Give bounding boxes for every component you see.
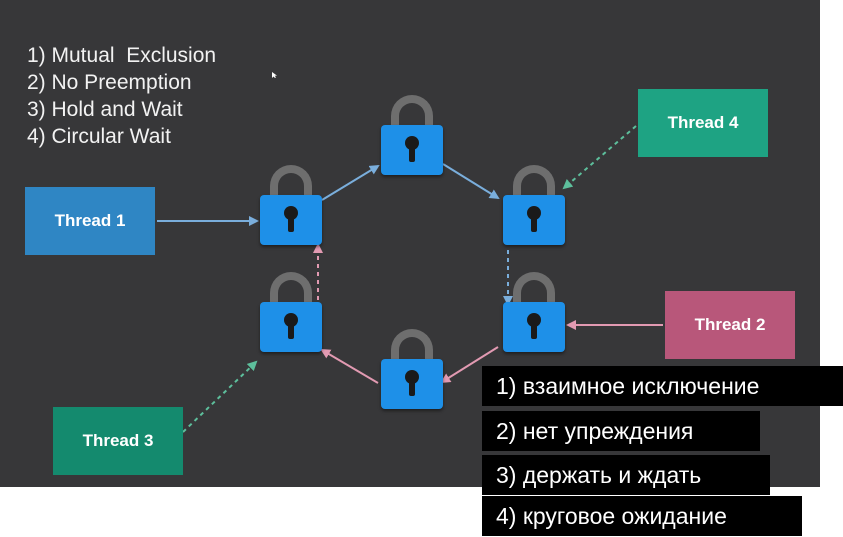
padlock-icon <box>260 165 322 251</box>
arrow-lock-top-to-lock-right <box>442 163 500 200</box>
padlock-icon <box>381 95 443 181</box>
thread-4-box: Thread 4 <box>638 89 768 157</box>
thread-2-box: Thread 2 <box>665 291 795 359</box>
thread-1-box: Thread 1 <box>25 187 155 255</box>
padlock-icon <box>503 165 565 251</box>
arrow-lock-bottom-to-lock-lower-left <box>320 348 379 384</box>
arrow-lock-left-to-lock-top <box>321 164 380 201</box>
translation-line-4: 4) круговое ожидание <box>482 496 802 536</box>
thread-3-label: Thread 3 <box>82 431 154 450</box>
translation-captions: 1) взаимное исключение 2) нет упреждения… <box>482 366 843 536</box>
padlock-icon <box>381 329 443 415</box>
arrow-thread4-to-lock-right <box>562 125 637 190</box>
padlock-icon <box>503 272 565 358</box>
thread-2-label: Thread 2 <box>694 315 766 334</box>
translation-line-3: 3) держать и ждать <box>482 455 770 495</box>
arrow-thread3-to-lock-lower-left <box>182 360 258 433</box>
padlock-icon <box>260 272 322 358</box>
translation-line-2: 2) нет упреждения <box>482 411 760 451</box>
thread-3-box: Thread 3 <box>53 407 183 475</box>
thread-4-label: Thread 4 <box>667 113 739 132</box>
cursor-icon <box>272 72 277 78</box>
thread-1-label: Thread 1 <box>54 211 126 230</box>
translation-line-1: 1) взаимное исключение <box>482 366 843 406</box>
